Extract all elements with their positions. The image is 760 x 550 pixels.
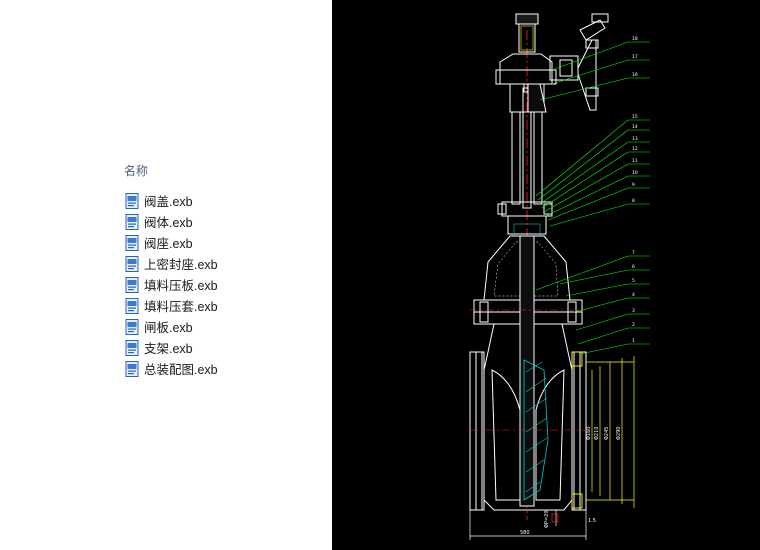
exb-file-icon: [125, 192, 139, 209]
file-item[interactable]: 阀盖.exb: [125, 190, 218, 211]
file-name: 阀座.exb: [144, 237, 193, 251]
file-item[interactable]: 闸板.exb: [125, 316, 218, 337]
callout-1: 1: [632, 338, 635, 344]
name-column-header[interactable]: 名称: [124, 162, 148, 179]
file-item[interactable]: 阀体.exb: [125, 211, 218, 232]
yoke-support: [497, 83, 553, 237]
callout-15: 15: [632, 114, 638, 120]
callout-9: 9: [632, 182, 635, 188]
dim-bottom-right: 1.5: [588, 518, 596, 524]
callout-16: 16: [632, 72, 638, 78]
file-item[interactable]: 支架.exb: [125, 337, 218, 358]
exb-file-icon: [125, 339, 139, 356]
callout-18: 18: [632, 36, 638, 42]
dimension-labels: 580 ΦP=20 Φ160 Φ210 Φ245 Φ290 1.5: [520, 427, 622, 536]
file-item[interactable]: 阀座.exb: [125, 232, 218, 253]
callout-13: 13: [632, 136, 638, 142]
callout-12: 12: [632, 146, 638, 152]
bolt-mark: [551, 513, 559, 523]
file-list: 阀盖.exb 阀体.exb 阀座.exb 上密封座.exb 填料压板.exb 填…: [125, 190, 218, 379]
exb-file-icon: [125, 297, 139, 314]
callout-17: 17: [632, 54, 638, 60]
file-name: 总装配图.exb: [144, 363, 218, 377]
callout-8: 8: [632, 198, 635, 204]
exb-file-icon: [125, 318, 139, 335]
callout-14: 14: [632, 124, 638, 130]
callout-7: 7: [632, 250, 635, 256]
file-item[interactable]: 填料压套.exb: [125, 295, 218, 316]
file-name: 填料压套.exb: [144, 300, 218, 314]
file-name: 阀体.exb: [144, 216, 193, 230]
file-item[interactable]: 上密封座.exb: [125, 253, 218, 274]
callout-10: 10: [632, 170, 638, 176]
dim-right-3: Φ245: [604, 427, 610, 440]
exb-file-icon: [125, 255, 139, 272]
file-name: 填料压板.exb: [144, 279, 218, 293]
file-item[interactable]: 填料压板.exb: [125, 274, 218, 295]
gate-valve-assembly-drawing: 18 17 16 15 14 13 12 11 10 9 8 7 6 5 4 3…: [469, 13, 650, 540]
callout-6: 6: [632, 264, 635, 270]
dim-left-small: ΦP=20: [544, 510, 550, 528]
dim-right-1: Φ160: [586, 427, 592, 440]
leader-lines: [535, 41, 650, 355]
cad-drawing-preview: 18 17 16 15 14 13 12 11 10 9 8 7 6 5 4 3…: [332, 0, 760, 550]
dim-bottom-width: 580: [520, 530, 530, 536]
exb-file-icon: [125, 360, 139, 377]
exb-file-icon: [125, 234, 139, 251]
exb-file-icon: [125, 276, 139, 293]
callout-5: 5: [632, 278, 635, 284]
actuator-top: [495, 13, 609, 111]
callout-2: 2: [632, 322, 635, 328]
callout-3: 3: [632, 308, 635, 314]
dim-right-2: Φ210: [594, 427, 600, 440]
valve-body: [469, 235, 587, 511]
callout-11: 11: [632, 158, 638, 164]
callout-4: 4: [632, 292, 635, 298]
file-explorer-pane: 名称 阀盖.exb 阀体.exb 阀座.exb 上密封座.exb 填料压板.ex…: [0, 0, 332, 550]
file-item[interactable]: 总装配图.exb: [125, 358, 218, 379]
file-name: 闸板.exb: [144, 321, 193, 335]
exb-file-icon: [125, 213, 139, 230]
file-name: 支架.exb: [144, 342, 193, 356]
dim-right-4: Φ290: [616, 427, 622, 440]
file-name: 阀盖.exb: [144, 195, 193, 209]
file-name: 上密封座.exb: [144, 258, 218, 272]
